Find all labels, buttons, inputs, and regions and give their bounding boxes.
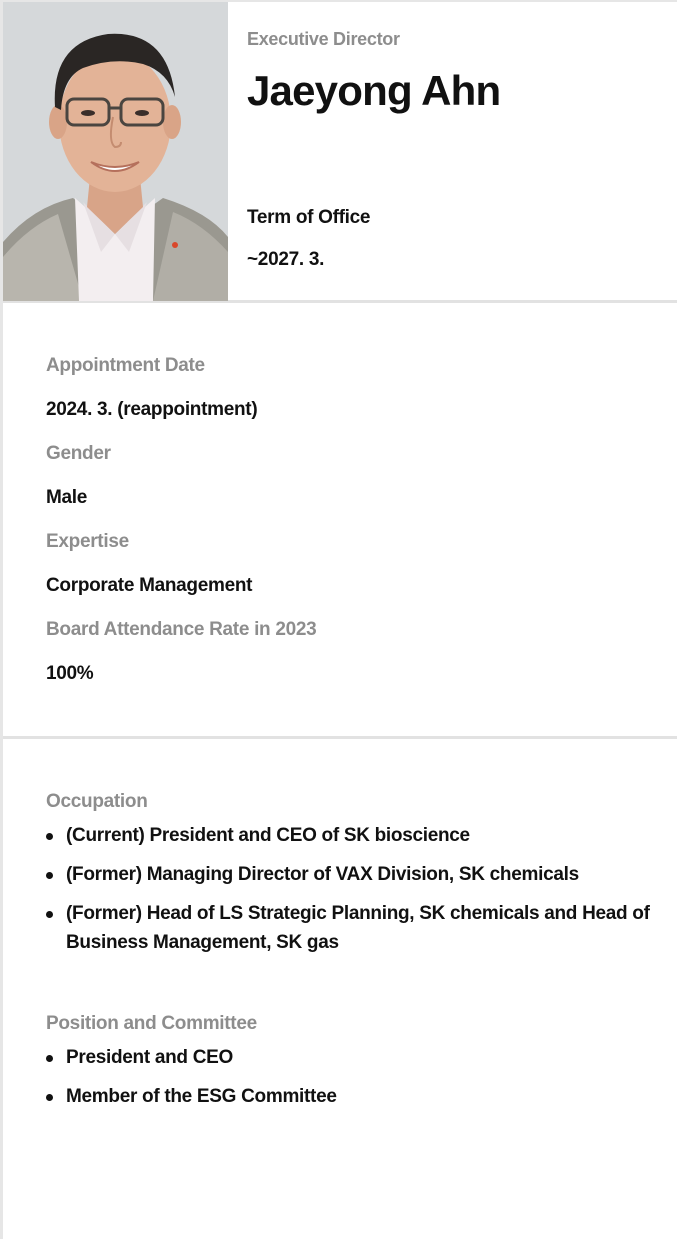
- position-item: Member of the ESG Committee: [46, 1082, 657, 1111]
- term-of-office-value: ~2027. 3.: [247, 249, 325, 270]
- profile-header: Executive Director Jaeyong Ahn Term of O…: [3, 2, 677, 303]
- occupation-item-text: (Former) Managing Director of VAX Divisi…: [66, 864, 579, 885]
- profile-header-info: Executive Director Jaeyong Ahn Term of O…: [247, 2, 677, 301]
- director-role: Executive Director: [247, 29, 400, 49]
- occupation-list: (Current) President and CEO of SK biosci…: [46, 821, 657, 957]
- director-details: Appointment Date 2024. 3. (reappointment…: [3, 303, 677, 739]
- position-item: President and CEO: [46, 1043, 657, 1072]
- occupation-item-text: (Former) Head of LS Strategic Planning, …: [66, 903, 650, 953]
- occupation-item: (Former) Head of LS Strategic Planning, …: [46, 899, 657, 957]
- position-committee-label: Position and Committee: [46, 1013, 257, 1034]
- bullet-dot-icon: [46, 833, 53, 840]
- expertise-value: Corporate Management: [46, 575, 253, 596]
- director-name: Jaeyong Ahn: [247, 67, 501, 114]
- bullet-dot-icon: [46, 872, 53, 879]
- bullet-dot-icon: [46, 1094, 53, 1101]
- occupation-item: (Current) President and CEO of SK biosci…: [46, 821, 657, 850]
- gender-row: Gender Male: [46, 439, 677, 527]
- gender-label: Gender: [46, 443, 111, 464]
- attendance-rate-row: Board Attendance Rate in 2023 100%: [46, 615, 677, 703]
- bullet-dot-icon: [46, 911, 53, 918]
- director-profile-card: Executive Director Jaeyong Ahn Term of O…: [0, 0, 677, 1239]
- position-committee-list: President and CEO Member of the ESG Comm…: [46, 1043, 657, 1111]
- expertise-label: Expertise: [46, 531, 129, 552]
- bullet-dot-icon: [46, 1055, 53, 1062]
- gender-value: Male: [46, 487, 88, 508]
- position-item-text: President and CEO: [66, 1047, 233, 1068]
- director-background: Occupation (Current) President and CEO o…: [3, 739, 677, 1111]
- appointment-date-row: Appointment Date 2024. 3. (reappointment…: [46, 351, 677, 439]
- appointment-date-label: Appointment Date: [46, 355, 205, 376]
- appointment-date-value: 2024. 3. (reappointment): [46, 399, 258, 420]
- attendance-rate-value: 100%: [46, 663, 94, 684]
- term-of-office-label: Term of Office: [247, 207, 371, 228]
- attendance-rate-label: Board Attendance Rate in 2023: [46, 619, 317, 640]
- occupation-item-text: (Current) President and CEO of SK biosci…: [66, 825, 470, 846]
- expertise-row: Expertise Corporate Management: [46, 527, 677, 615]
- position-item-text: Member of the ESG Committee: [66, 1086, 337, 1107]
- director-portrait-photo: [3, 2, 228, 301]
- occupation-item: (Former) Managing Director of VAX Divisi…: [46, 860, 657, 889]
- occupation-label: Occupation: [46, 791, 148, 812]
